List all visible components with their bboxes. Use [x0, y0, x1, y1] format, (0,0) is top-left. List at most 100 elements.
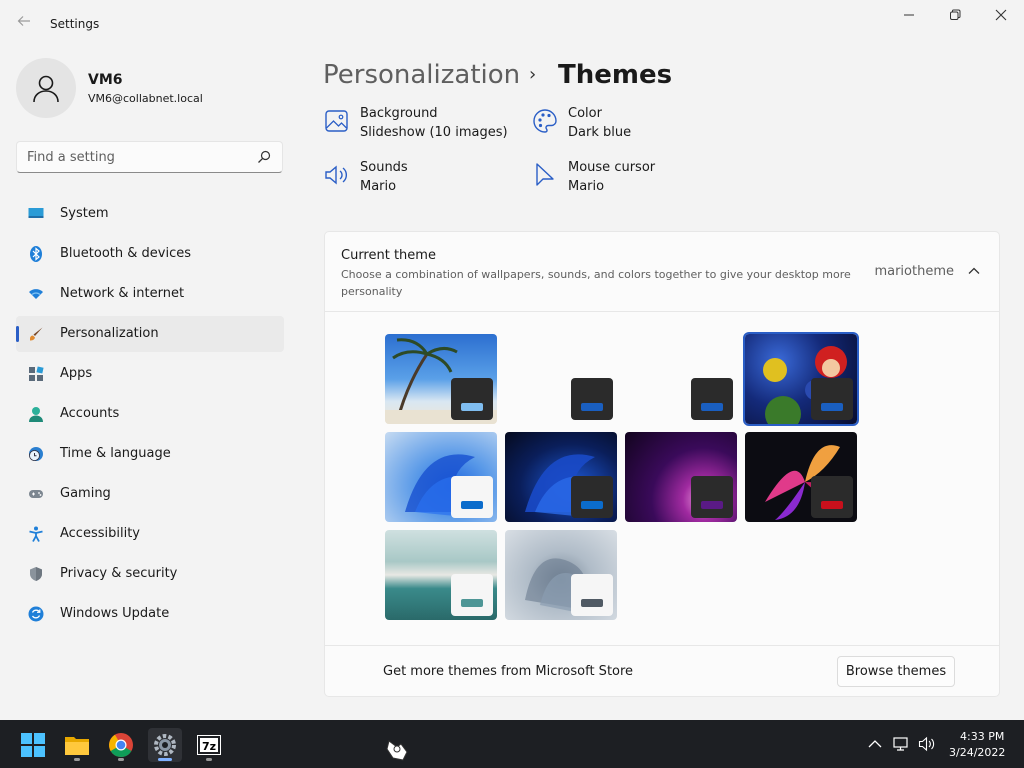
property-title: Color [568, 106, 602, 121]
mouse-pointer-icon [386, 740, 408, 761]
browse-themes-button[interactable]: Browse themes [837, 656, 955, 687]
accent-bar [581, 501, 603, 509]
theme-swatch [451, 476, 493, 518]
theme-tile-glow[interactable] [625, 432, 737, 522]
theme-tile-flow[interactable] [505, 530, 617, 620]
wifi-icon [29, 289, 43, 299]
theme-swatch [691, 378, 733, 420]
sidebar-item-network[interactable]: Network & internet [16, 276, 284, 312]
display-icon [28, 208, 44, 218]
theme-tile-sunrise[interactable] [385, 530, 497, 620]
user-profile[interactable]: VM6 VM6@collabnet.local [16, 58, 286, 118]
back-button[interactable] [14, 14, 34, 34]
property-title: Sounds [360, 160, 408, 175]
accent-bar [581, 403, 603, 411]
start-button[interactable] [16, 728, 50, 762]
maximize-button[interactable] [932, 4, 978, 30]
gamepad-icon [29, 490, 43, 498]
sidebar-item-apps[interactable]: Apps [16, 356, 284, 392]
clock-time[interactable]: 4:33 PM [960, 730, 1004, 743]
settings-icon [154, 734, 176, 756]
current-theme-description: Choose a combination of wallpapers, soun… [341, 268, 851, 298]
sidebar-item-label: System [60, 206, 109, 221]
sidebar-item-system[interactable]: System [16, 196, 284, 232]
property-value: Dark blue [568, 125, 632, 140]
property-value: Slideshow (10 images) [360, 125, 508, 140]
palette-icon [533, 109, 557, 133]
background-property[interactable]: Background Slideshow (10 images) [324, 106, 524, 146]
update-icon [28, 606, 44, 622]
arrow-left-icon [17, 16, 30, 26]
search-placeholder: Find a setting [27, 150, 115, 165]
theme-tile-blank-1[interactable] [505, 334, 617, 424]
avatar [16, 58, 76, 118]
accent-bar [701, 501, 723, 509]
shield-icon [30, 567, 42, 581]
chrome-icon [109, 733, 133, 758]
breadcrumb-separator: › [529, 64, 537, 85]
taskbar: 7z [0, 720, 1024, 768]
sounds-property[interactable]: Sounds Mario [324, 160, 524, 200]
theme-swatch [451, 574, 493, 616]
breadcrumb-parent[interactable]: Personalization [323, 60, 520, 90]
sidebar-item-personalization[interactable]: Personalization [16, 316, 284, 352]
sidebar-item-windows-update[interactable]: Windows Update [16, 596, 284, 632]
apps-icon [29, 366, 44, 381]
clock-date[interactable]: 3/24/2022 [949, 746, 1005, 759]
7zip-button[interactable]: 7z [192, 728, 226, 762]
sidebar-item-label: Time & language [60, 446, 171, 461]
running-indicator [74, 758, 80, 761]
7zip-label: 7z [201, 740, 217, 753]
theme-grid [325, 312, 999, 646]
theme-tile-beach[interactable] [385, 334, 497, 424]
accent-bar [581, 599, 603, 607]
start-icon [21, 733, 45, 757]
file-explorer-button[interactable] [60, 728, 94, 762]
sidebar-item-time-language[interactable]: Time & language [16, 436, 284, 472]
color-property[interactable]: Color Dark blue [532, 106, 732, 146]
theme-tile-mario[interactable] [743, 332, 859, 426]
active-indicator [158, 758, 172, 761]
sidebar-item-label: Personalization [60, 326, 159, 341]
person-icon [33, 75, 59, 103]
sidebar-item-label: Privacy & security [60, 566, 178, 581]
sidebar-item-privacy[interactable]: Privacy & security [16, 556, 284, 592]
sidebar-item-accounts[interactable]: Accounts [16, 396, 284, 432]
theme-tile-windows-dark[interactable] [505, 432, 617, 522]
volume-icon[interactable] [918, 736, 936, 752]
current-theme-value: mariotheme [874, 264, 954, 279]
file-explorer-icon [65, 737, 89, 755]
mouse-cursor-property[interactable]: Mouse cursor Mario [532, 160, 732, 200]
minimize-button[interactable] [886, 4, 932, 30]
property-title: Background [360, 106, 438, 121]
sidebar-item-bluetooth[interactable]: Bluetooth & devices [16, 236, 284, 272]
theme-tile-blank-2[interactable] [625, 334, 737, 424]
7zip-icon: 7z [197, 735, 221, 755]
chevron-up-icon[interactable] [967, 264, 981, 278]
store-footer: Get more themes from Microsoft Store Bro… [325, 646, 999, 696]
chevron-up-icon[interactable] [866, 736, 884, 752]
restore-icon [950, 9, 961, 20]
sidebar-item-accessibility[interactable]: Accessibility [16, 516, 284, 552]
network-icon[interactable] [892, 736, 910, 752]
accessibility-icon [29, 526, 43, 542]
sidebar-item-gaming[interactable]: Gaming [16, 476, 284, 512]
running-indicator [206, 758, 212, 761]
page-title: Themes [558, 60, 673, 90]
close-icon [995, 9, 1007, 21]
current-theme-card: Current theme Choose a combination of wa… [324, 231, 1000, 697]
close-button[interactable] [978, 4, 1024, 30]
settings-button[interactable] [148, 728, 182, 762]
theme-swatch [811, 476, 853, 518]
bluetooth-icon [30, 246, 42, 262]
sidebar-item-label: Gaming [60, 486, 111, 501]
theme-tile-captured-motion[interactable] [745, 432, 857, 522]
chrome-button[interactable] [104, 728, 138, 762]
current-theme-header[interactable]: Current theme Choose a combination of wa… [325, 232, 999, 312]
accent-bar [461, 599, 483, 607]
theme-swatch [571, 574, 613, 616]
search-input[interactable]: Find a setting [16, 141, 283, 173]
theme-tile-windows-light[interactable] [385, 432, 497, 522]
accent-bar [461, 403, 483, 411]
property-value: Mario [360, 179, 397, 194]
